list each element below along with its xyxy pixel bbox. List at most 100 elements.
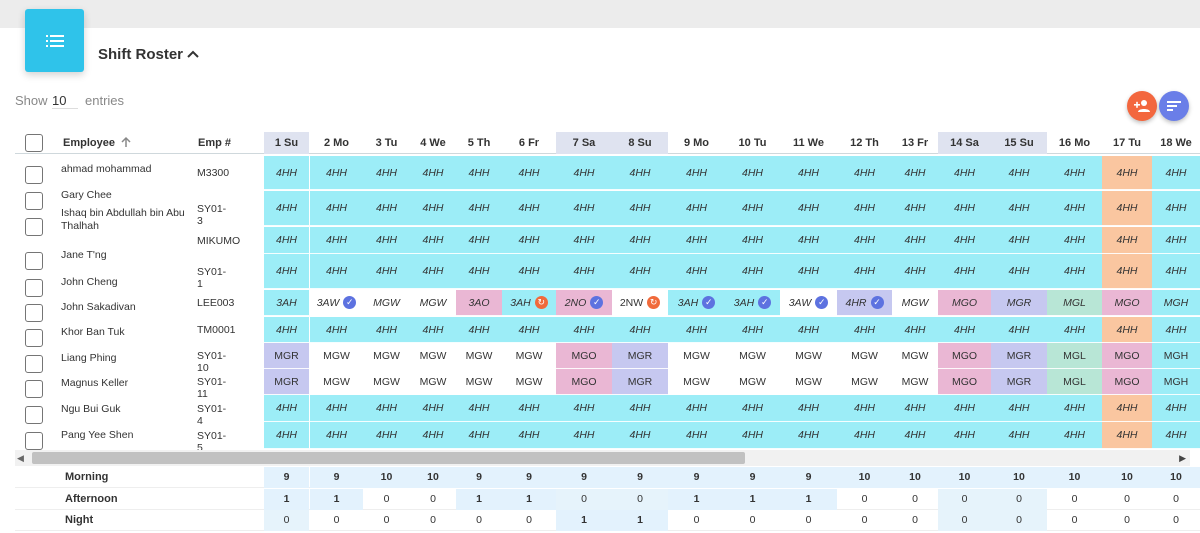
shift-cell[interactable]: 3AO xyxy=(456,290,502,316)
shift-cell[interactable]: MGW xyxy=(410,290,456,316)
shift-cell[interactable]: MGR xyxy=(612,343,668,369)
shift-cell[interactable]: 4HH xyxy=(612,156,668,190)
shift-cell[interactable]: 4HH xyxy=(1102,254,1152,289)
scroll-thumb[interactable] xyxy=(32,452,745,464)
shift-cell[interactable]: 2NW ↻ xyxy=(612,290,668,316)
shift-cell[interactable]: 4HH xyxy=(1152,317,1200,343)
shift-cell[interactable]: 4HH xyxy=(991,227,1047,254)
shift-cell[interactable]: MGW xyxy=(780,369,837,395)
shift-cell[interactable]: 4HH xyxy=(310,422,363,449)
shift-cell[interactable]: 4HH xyxy=(780,227,837,254)
shift-cell[interactable]: 4HH xyxy=(892,227,938,254)
shift-cell[interactable]: 4HH xyxy=(1047,254,1102,289)
shift-cell[interactable]: 4HH xyxy=(938,227,991,254)
shift-cell[interactable]: 4HH xyxy=(1152,191,1200,226)
shift-cell[interactable]: 4HH xyxy=(668,395,725,422)
shift-cell[interactable]: 4HH xyxy=(780,191,837,226)
shift-cell[interactable]: 3AH ↻ xyxy=(502,290,556,316)
shift-cell[interactable]: MGW xyxy=(456,369,502,395)
shift-cell[interactable]: 4HH xyxy=(991,254,1047,289)
list-icon[interactable] xyxy=(25,9,84,72)
shift-cell[interactable]: 4HH xyxy=(310,191,363,226)
shift-cell[interactable]: 4HH xyxy=(502,191,556,226)
shift-cell[interactable]: 2NO ✓ xyxy=(556,290,612,316)
shift-cell[interactable]: 4HH xyxy=(892,317,938,343)
shift-cell[interactable]: MGR xyxy=(612,369,668,395)
shift-cell[interactable]: 4HH xyxy=(1047,227,1102,254)
shift-cell[interactable]: 4HH xyxy=(456,395,502,422)
shift-cell[interactable]: 4HH xyxy=(892,156,938,190)
shift-cell[interactable]: 4HH xyxy=(1047,317,1102,343)
shift-cell[interactable]: 4HH xyxy=(780,317,837,343)
shift-cell[interactable]: 4HH xyxy=(363,227,410,254)
shift-cell[interactable]: 3AW ✓ xyxy=(780,290,837,316)
shift-cell[interactable]: 3AH ✓ xyxy=(725,290,780,316)
shift-cell[interactable]: 3AH xyxy=(264,290,309,316)
shift-cell[interactable]: 4HH xyxy=(556,422,612,449)
shift-cell[interactable]: 4HH xyxy=(938,191,991,226)
shift-cell[interactable]: MGW xyxy=(892,369,938,395)
shift-cell[interactable]: 4HH xyxy=(725,395,780,422)
shift-cell[interactable]: 4HH xyxy=(612,191,668,226)
shift-cell[interactable]: 4HH xyxy=(456,254,502,289)
shift-cell[interactable]: MGO xyxy=(938,290,991,316)
shift-cell[interactable]: 4HH xyxy=(502,317,556,343)
shift-cell[interactable]: MGW xyxy=(668,343,725,369)
shift-cell[interactable]: MGW xyxy=(892,290,938,316)
shift-cell[interactable]: MGW xyxy=(410,369,456,395)
shift-cell[interactable]: 4HH xyxy=(264,422,309,449)
shift-cell[interactable]: 4HH xyxy=(938,395,991,422)
shift-cell[interactable]: MGW xyxy=(363,343,410,369)
shift-cell[interactable]: MGW xyxy=(837,343,892,369)
shift-cell[interactable]: MGW xyxy=(837,369,892,395)
shift-cell[interactable]: 4HH xyxy=(837,395,892,422)
shift-cell[interactable]: MGH xyxy=(1152,290,1200,316)
shift-cell[interactable]: MGW xyxy=(502,369,556,395)
shift-cell[interactable]: 4HH xyxy=(668,254,725,289)
shift-cell[interactable]: 4HH xyxy=(991,317,1047,343)
shift-cell[interactable]: 4HH xyxy=(668,191,725,226)
shift-cell[interactable]: 4HH xyxy=(410,422,456,449)
shift-cell[interactable]: 4HH xyxy=(556,317,612,343)
shift-cell[interactable]: MGH xyxy=(1152,369,1200,395)
shift-cell[interactable]: 4HH xyxy=(991,422,1047,449)
row-checkbox[interactable] xyxy=(25,218,43,236)
shift-cell[interactable]: MGW xyxy=(892,343,938,369)
shift-cell[interactable]: 4HH xyxy=(363,191,410,226)
shift-cell[interactable]: 4HH xyxy=(363,156,410,190)
row-checkbox[interactable] xyxy=(25,406,43,424)
shift-cell[interactable]: 4HH xyxy=(780,156,837,190)
shift-cell[interactable]: 4HH xyxy=(363,317,410,343)
shift-cell[interactable]: MGW xyxy=(780,343,837,369)
row-checkbox[interactable] xyxy=(25,304,43,322)
shift-cell[interactable]: 4HH xyxy=(668,317,725,343)
shift-cell[interactable]: 4HH xyxy=(1152,422,1200,449)
shift-cell[interactable]: 4HR ✓ xyxy=(837,290,892,316)
horizontal-scrollbar[interactable]: ◀ ▶ xyxy=(15,450,1190,466)
shift-cell[interactable]: MGO xyxy=(1102,343,1152,369)
shift-cell[interactable]: 4HH xyxy=(410,254,456,289)
shift-cell[interactable]: 4HH xyxy=(725,317,780,343)
shift-cell[interactable]: 4HH xyxy=(612,317,668,343)
shift-cell[interactable]: MGW xyxy=(410,343,456,369)
row-checkbox[interactable] xyxy=(25,329,43,347)
shift-cell[interactable]: MGW xyxy=(502,343,556,369)
row-checkbox[interactable] xyxy=(25,279,43,297)
shift-cell[interactable]: 4HH xyxy=(556,156,612,190)
shift-cell[interactable]: 4HH xyxy=(502,395,556,422)
add-person-button[interactable] xyxy=(1127,91,1157,121)
shift-cell[interactable]: 4HH xyxy=(892,422,938,449)
scroll-right-arrow-icon[interactable]: ▶ xyxy=(1179,453,1186,464)
shift-cell[interactable]: 4HH xyxy=(837,227,892,254)
shift-cell[interactable]: 4HH xyxy=(837,191,892,226)
shift-cell[interactable]: 4HH xyxy=(264,191,309,226)
shift-cell[interactable]: 4HH xyxy=(612,227,668,254)
select-all-checkbox[interactable] xyxy=(25,134,43,152)
shift-cell[interactable]: 4HH xyxy=(1152,395,1200,422)
shift-cell[interactable]: MGR xyxy=(991,369,1047,395)
shift-cell[interactable]: 4HH xyxy=(938,317,991,343)
shift-cell[interactable]: MGO xyxy=(1102,290,1152,316)
shift-cell[interactable]: 4HH xyxy=(556,227,612,254)
shift-cell[interactable]: 4HH xyxy=(938,254,991,289)
shift-cell[interactable]: 4HH xyxy=(1102,227,1152,254)
